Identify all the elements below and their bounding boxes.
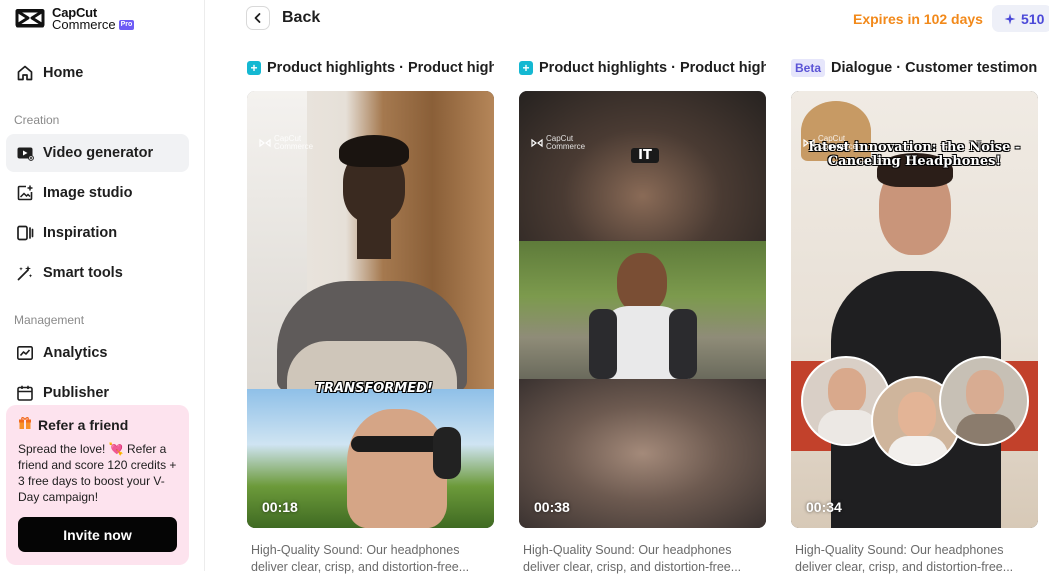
person-neck (357, 219, 391, 259)
woman-jacket-left (589, 309, 617, 379)
creation-section-label: Creation (14, 113, 60, 127)
back-label[interactable]: Back (282, 9, 320, 27)
blurred-top-clip (519, 91, 766, 241)
video-caption: TRANSFORMED! (315, 381, 433, 396)
refer-a-friend-card: Refer a friend Spread the love! 💘 Refer … (6, 405, 189, 565)
nav-analytics-label: Analytics (43, 345, 108, 361)
plus-icon: + (519, 61, 533, 75)
headphone-ear (433, 427, 461, 479)
man-face (347, 409, 447, 528)
analytics-icon (15, 344, 34, 363)
nav-inspiration[interactable]: Inspiration (6, 214, 189, 252)
sparkle-icon (1004, 13, 1016, 24)
template-card[interactable]: + Product highlights · Product highl... … (519, 58, 766, 574)
woman-head (617, 253, 667, 313)
nav-home[interactable]: Home (6, 54, 189, 92)
nav-image-studio[interactable]: Image studio (6, 174, 189, 212)
video-duration: 00:34 (806, 499, 842, 515)
capcut-watermark: CapCut Commerce (531, 135, 585, 151)
image-icon (15, 184, 34, 203)
video-caption: IT (631, 148, 659, 163)
calendar-icon (15, 384, 34, 403)
nav-home-label: Home (43, 65, 84, 81)
magic-wand-icon (15, 264, 34, 283)
nav-publisher-label: Publisher (43, 385, 110, 401)
nav-smart-tools-label: Smart tools (43, 265, 123, 281)
capcut-watermark: CapCut Commerce (803, 135, 857, 151)
capcut-watermark: CapCut Commerce (259, 135, 313, 151)
gift-icon (18, 416, 32, 433)
template-card[interactable]: Beta Dialogue · Customer testimonial lat… (791, 58, 1038, 574)
capcut-commerce-logo[interactable]: CapCut Commerce Pro (14, 5, 135, 33)
home-icon (15, 64, 34, 83)
management-section-label: Management (14, 313, 85, 327)
nav-video-generator[interactable]: Video generator (6, 134, 189, 172)
video-thumbnail[interactable]: TRANSFORMED! CapCut Commerce 00:18 (247, 91, 494, 528)
person-hair (339, 135, 409, 167)
pro-badge: Pro (118, 20, 135, 30)
back-button[interactable] (246, 6, 270, 30)
capcut-logo-icon (15, 9, 45, 28)
nav-video-generator-label: Video generator (43, 145, 154, 161)
card-title: Product highlights · Product highl... (267, 60, 494, 76)
avatar-bubble (939, 356, 1029, 446)
sidebar: CapCut Commerce Pro Home Creation Video g… (0, 0, 205, 571)
chevron-left-icon (254, 13, 261, 23)
credits-count: 510 (1021, 10, 1045, 27)
refer-title: Refer a friend (38, 416, 129, 433)
video-icon (15, 144, 34, 163)
invite-now-button[interactable]: Invite now (18, 517, 177, 552)
video-duration: 00:38 (534, 499, 570, 515)
nav-image-studio-label: Image studio (43, 185, 133, 201)
sunglasses (351, 436, 441, 452)
video-thumbnail[interactable]: latest innovation: the Noise -Canceling … (791, 91, 1038, 528)
brand-sub: Commerce (52, 17, 116, 32)
video-duration: 00:18 (262, 499, 298, 515)
nav-analytics[interactable]: Analytics (6, 334, 189, 372)
expiry-notice: Expires in 102 days (853, 11, 983, 27)
credits-badge[interactable]: 510 (992, 5, 1049, 32)
beta-badge: Beta (791, 59, 826, 77)
inspiration-icon (15, 224, 34, 243)
card-title: Product highlights · Product highl... (539, 60, 766, 76)
plus-icon: + (247, 61, 261, 75)
nav-smart-tools[interactable]: Smart tools (6, 254, 189, 292)
card-title: Dialogue · Customer testimonial (831, 60, 1038, 76)
refer-description: Spread the love! 💘 Refer a friend and sc… (18, 442, 177, 504)
template-card[interactable]: + Product highlights · Product highl... … (247, 58, 494, 574)
video-thumbnail[interactable]: IT CapCut Commerce 00:38 (519, 91, 766, 528)
nav-inspiration-label: Inspiration (43, 225, 118, 241)
woman-jacket-right (669, 309, 697, 379)
